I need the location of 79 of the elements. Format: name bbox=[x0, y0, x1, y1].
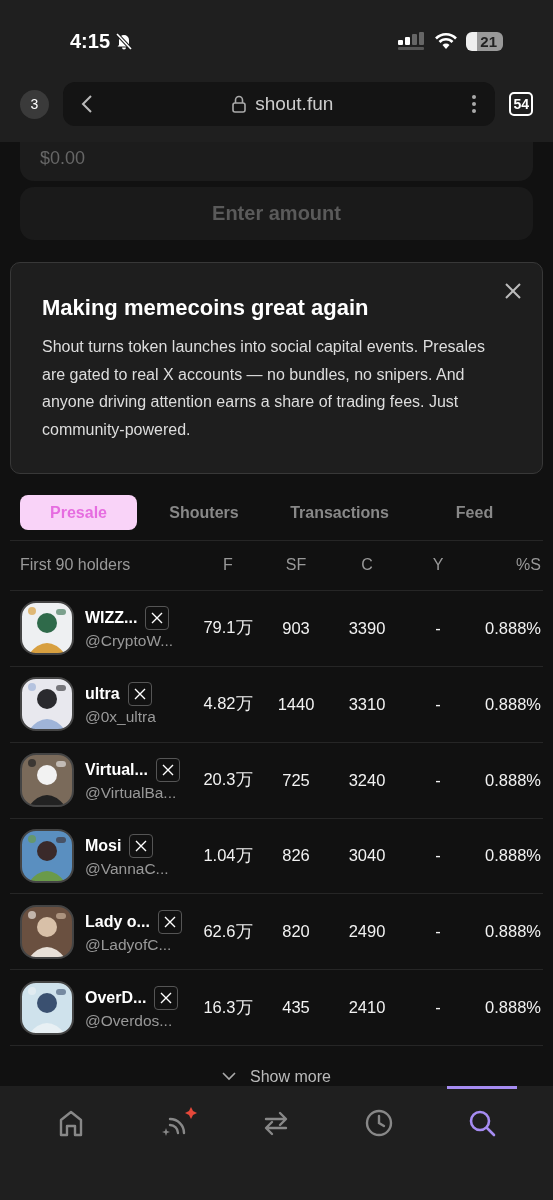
tab[interactable]: Shouters bbox=[137, 495, 271, 530]
wifi-icon bbox=[434, 32, 459, 50]
column-header: First 90 holders bbox=[20, 556, 132, 575]
status-time: 4:15 bbox=[70, 29, 111, 53]
user-handle: @CryptoW... bbox=[85, 632, 174, 651]
bell-slash-icon bbox=[114, 31, 135, 51]
user-name: WIZZ... bbox=[85, 609, 138, 628]
table-cell-text: - bbox=[434, 619, 442, 638]
table-cell-text: 820 bbox=[281, 922, 311, 942]
x-logo-icon[interactable] bbox=[129, 833, 154, 858]
lock-icon bbox=[231, 95, 248, 113]
table-cell-text: 2490 bbox=[347, 922, 387, 942]
card-text: Shout turns token launches into social capital events. Presales are gated to real X accounts — no bundles, no snipers. And anyone driving attention earns a share of trading fees. Just community-powered. bbox=[42, 337, 486, 440]
show-more-button[interactable]: Show more bbox=[222, 1067, 331, 1086]
tab-count-button[interactable]: 3 bbox=[20, 89, 49, 119]
x-logo-icon[interactable] bbox=[127, 682, 152, 707]
user-name: Virtual... bbox=[85, 761, 148, 780]
table-cell-text: 62.6万 bbox=[202, 920, 254, 942]
clock-icon bbox=[365, 1109, 394, 1137]
tab[interactable]: Transactions bbox=[271, 495, 408, 530]
column-header: Y bbox=[431, 556, 445, 575]
search-icon bbox=[467, 1109, 496, 1137]
x-logo-icon[interactable] bbox=[145, 606, 170, 631]
table-cell-text: - bbox=[434, 770, 442, 790]
x-logo-icon[interactable] bbox=[155, 758, 180, 783]
table-cell-text: - bbox=[434, 922, 442, 942]
user-handle: @VirtualBa... bbox=[85, 784, 178, 803]
table-cell-text: - bbox=[434, 998, 442, 1018]
user-handle: @0x_ultra bbox=[85, 708, 156, 727]
more-icon[interactable] bbox=[471, 94, 478, 114]
column-header: C bbox=[360, 556, 374, 575]
table-cell-text: - bbox=[434, 846, 442, 866]
user-handle: @LadyofC... bbox=[85, 935, 173, 954]
user-handle: @Overdos... bbox=[85, 1011, 174, 1030]
table-cell-text: 1440 bbox=[276, 694, 316, 714]
tabs-button[interactable]: 54 bbox=[509, 92, 533, 116]
table-cell-text: 0.888% bbox=[484, 922, 541, 942]
column-header: %S bbox=[515, 556, 541, 575]
table-cell-text: 79.1万 bbox=[202, 617, 254, 639]
column-header: SF bbox=[284, 556, 308, 575]
close-icon[interactable] bbox=[505, 283, 521, 300]
user-name: OverD... bbox=[85, 988, 147, 1007]
table-cell-text: 20.3万 bbox=[202, 769, 254, 791]
x-logo-icon[interactable] bbox=[154, 985, 179, 1010]
table-cell-text: 0.888% bbox=[484, 694, 541, 714]
table-cell-text: 3240 bbox=[347, 770, 387, 790]
user-name: Lady o... bbox=[85, 912, 150, 931]
search-nav-button[interactable] bbox=[446, 1086, 517, 1137]
table-cell-text: 0.888% bbox=[484, 998, 541, 1018]
notification-icon bbox=[184, 1107, 197, 1119]
table-cell-text: 725 bbox=[281, 770, 311, 790]
table-cell-text: 3310 bbox=[347, 694, 387, 714]
chevron-down-icon bbox=[222, 1072, 237, 1082]
table-cell-text: 826 bbox=[281, 846, 311, 866]
amount-field[interactable]: $0.00 bbox=[20, 142, 533, 182]
table-cell-text: 903 bbox=[281, 619, 311, 638]
table-cell-text: 0.888% bbox=[484, 846, 541, 866]
back-icon[interactable] bbox=[81, 94, 93, 114]
user-handle: @VannaC... bbox=[85, 859, 169, 878]
table-cell-text: 3040 bbox=[347, 846, 387, 866]
table-cell-text: 3390 bbox=[347, 619, 387, 638]
table-cell-text: 1.04万 bbox=[202, 844, 254, 866]
table-cell-text: 435 bbox=[281, 998, 311, 1018]
table-cell-text: 16.3万 bbox=[202, 996, 254, 1018]
table-cell-text: 4.82万 bbox=[202, 693, 254, 715]
x-logo-icon[interactable] bbox=[157, 909, 182, 934]
table-cell-text: 0.888% bbox=[484, 770, 541, 790]
card-title: Making memecoins great again bbox=[42, 295, 370, 322]
tab[interactable]: Feed bbox=[408, 495, 541, 530]
table-cell-text: 2410 bbox=[347, 998, 387, 1018]
table-cell-text: - bbox=[434, 694, 442, 714]
user-name: ultra bbox=[85, 685, 120, 704]
address-bar[interactable]: shout.fun bbox=[63, 82, 496, 126]
battery-indicator: 21 bbox=[466, 31, 503, 51]
table-cell-text: 0.888% bbox=[484, 619, 541, 638]
url-text: shout.fun bbox=[255, 93, 334, 115]
column-header: F bbox=[222, 556, 234, 575]
user-name: Mosi bbox=[85, 836, 122, 855]
signal-icon bbox=[398, 32, 427, 50]
